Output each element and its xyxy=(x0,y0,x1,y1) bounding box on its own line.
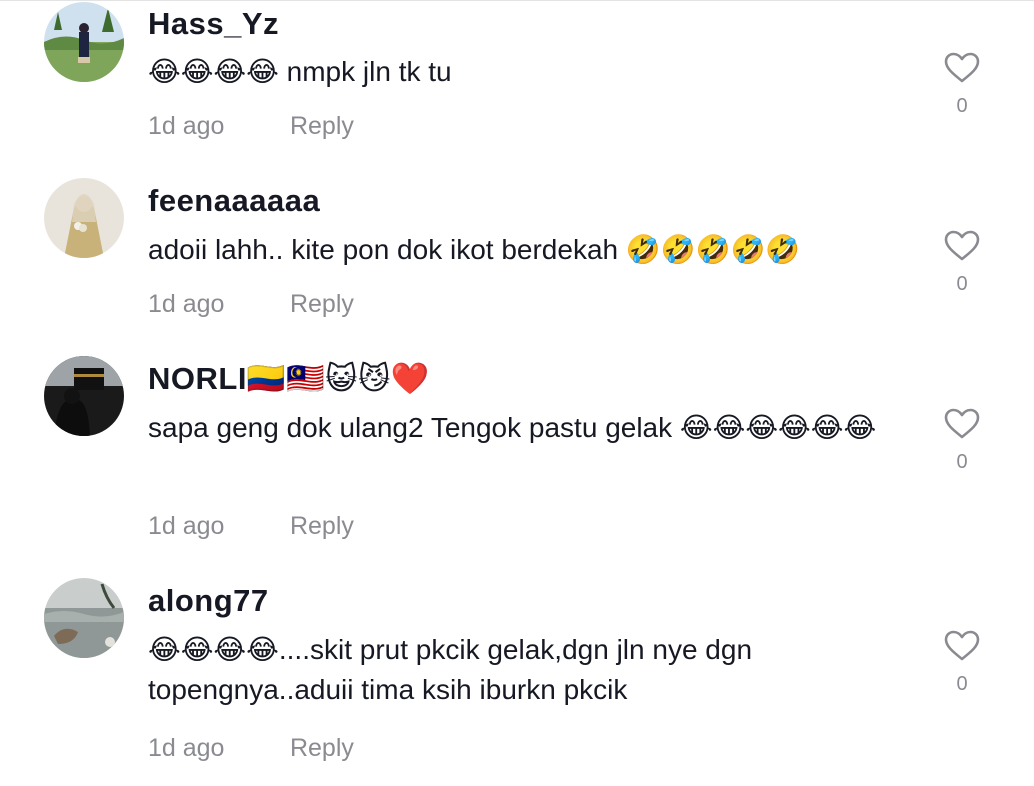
username[interactable]: along77 xyxy=(148,581,269,621)
comment-time: 1d ago xyxy=(148,290,225,318)
comment-meta: 1d ago Reply xyxy=(148,510,354,542)
username[interactable]: NORLI🇨🇴🇲🇾😺😼❤️ xyxy=(148,359,430,399)
avatar[interactable] xyxy=(44,178,124,258)
comment-time: 1d ago xyxy=(148,512,225,540)
like-count: 0 xyxy=(956,451,968,473)
like-count: 0 xyxy=(956,673,968,695)
reply-button[interactable]: Reply xyxy=(290,110,354,142)
comment-text: adoii lahh.. kite pon dok ikot berdekah … xyxy=(148,234,801,265)
heart-outline-icon xyxy=(944,408,980,439)
avatar[interactable] xyxy=(44,578,124,658)
comment-time: 1d ago xyxy=(148,734,225,762)
comment-text: sapa geng dok ulang2 Tengok pastu gelak … xyxy=(148,412,877,443)
comment-text: 😂😂😂😂....skit prut pkcik gelak,dgn jln ny… xyxy=(148,634,753,705)
heart-outline-icon xyxy=(944,630,980,661)
like-button[interactable]: 0 xyxy=(942,408,982,474)
comment-meta: 1d ago Reply xyxy=(148,732,354,764)
comment-text: 😂😂😂😂 nmpk jln tk tu xyxy=(148,56,452,87)
username[interactable]: Hass_Yz xyxy=(148,4,279,44)
top-divider xyxy=(0,0,1034,1)
username[interactable]: feenaaaaaa xyxy=(148,181,320,221)
comment-meta: 1d ago Reply xyxy=(148,288,354,320)
reply-button[interactable]: Reply xyxy=(290,732,354,764)
reply-button[interactable]: Reply xyxy=(290,510,354,542)
like-button[interactable]: 0 xyxy=(942,230,982,296)
comment-meta: 1d ago Reply xyxy=(148,110,354,142)
heart-outline-icon xyxy=(944,230,980,261)
like-count: 0 xyxy=(956,273,968,295)
avatar[interactable] xyxy=(44,2,124,82)
like-count: 0 xyxy=(956,95,968,117)
avatar[interactable] xyxy=(44,356,124,436)
heart-outline-icon xyxy=(944,52,980,83)
comment-time: 1d ago xyxy=(148,112,225,140)
reply-button[interactable]: Reply xyxy=(290,288,354,320)
like-button[interactable]: 0 xyxy=(942,630,982,696)
like-button[interactable]: 0 xyxy=(942,52,982,118)
